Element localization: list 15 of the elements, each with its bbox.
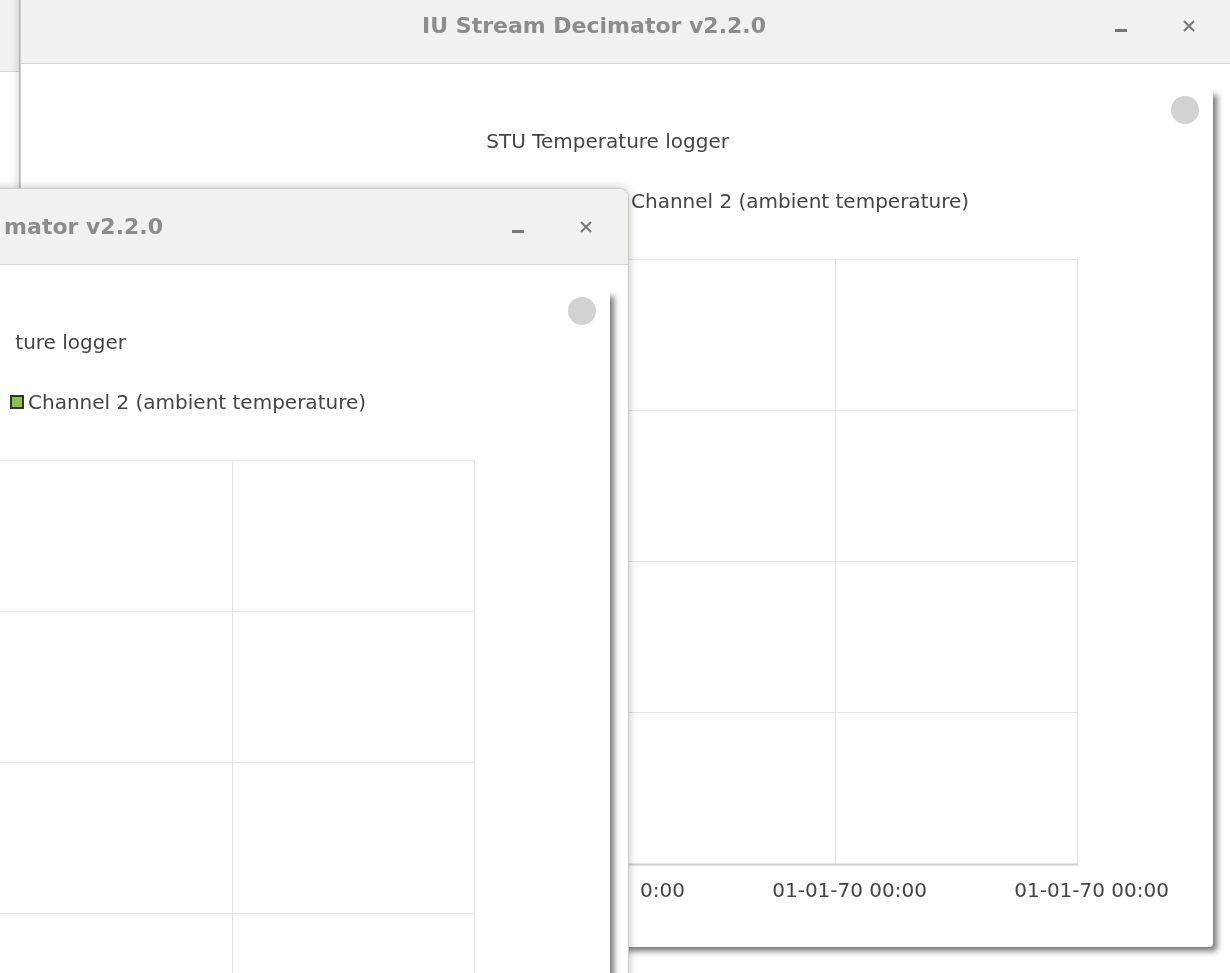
close-icon	[578, 218, 594, 235]
minimize-icon	[512, 230, 524, 233]
axis-tick-label: 0:00	[640, 878, 685, 902]
indicator-dot	[1171, 96, 1199, 124]
legend-label[interactable]: Channel 2 (ambient temperature)	[28, 390, 367, 414]
indicator-dot	[568, 297, 596, 325]
axis-tick-label: 01-01-70 00:00	[772, 878, 927, 902]
axis-tick-label: 01-01-70 00:00	[1014, 878, 1169, 902]
legend-label[interactable]: Channel 2 (ambient temperature)	[631, 189, 970, 213]
window-title: mator v2.2.0	[3, 214, 163, 239]
close-icon	[1181, 17, 1197, 34]
chart-title: STU Temperature logger	[485, 128, 729, 155]
window-title: IU Stream Decimator v2.2.0	[421, 13, 766, 38]
chart-title: ture logger	[14, 329, 126, 356]
minimize-icon	[1115, 29, 1127, 32]
